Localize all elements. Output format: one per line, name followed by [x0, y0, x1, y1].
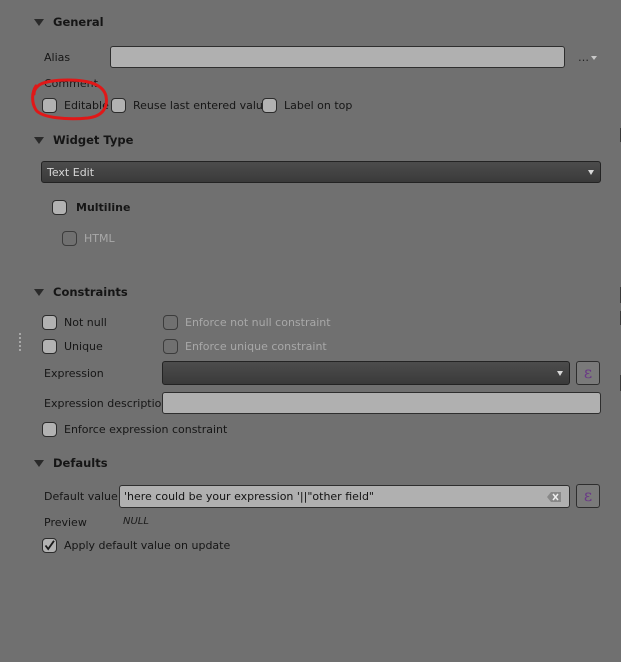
- section-general-title: General: [53, 15, 104, 29]
- expression-builder-button[interactable]: ε: [576, 361, 600, 385]
- preview-label: Preview: [44, 516, 87, 529]
- label-on-top-checkbox-row[interactable]: Label on top: [262, 98, 352, 113]
- alias-more-button[interactable]: …: [578, 51, 597, 64]
- default-value-label: Default value: [44, 490, 118, 503]
- section-general-header[interactable]: General: [34, 15, 104, 29]
- enforce-unique-checkbox[interactable]: [163, 339, 178, 354]
- unique-label: Unique: [64, 340, 103, 353]
- section-constraints-header[interactable]: Constraints: [34, 285, 128, 299]
- unique-checkbox-row[interactable]: Unique: [42, 339, 103, 354]
- multiline-checkbox-row[interactable]: Multiline: [52, 200, 130, 215]
- collapse-triangle-icon: [34, 460, 44, 467]
- reuse-last-value-checkbox-row[interactable]: Reuse last entered value: [111, 98, 270, 113]
- html-checkbox-row[interactable]: HTML: [62, 231, 115, 246]
- apply-on-update-label: Apply default value on update: [64, 539, 231, 552]
- reuse-last-value-label: Reuse last entered value: [133, 99, 270, 112]
- not-null-checkbox[interactable]: [42, 315, 57, 330]
- epsilon-icon: ε: [583, 486, 593, 505]
- unique-checkbox[interactable]: [42, 339, 57, 354]
- section-widget-type-title: Widget Type: [53, 133, 134, 147]
- ellipsis-icon: …: [578, 51, 589, 64]
- collapse-triangle-icon: [34, 19, 44, 26]
- alias-label: Alias: [44, 51, 71, 64]
- enforce-not-null-label: Enforce not null constraint: [185, 316, 331, 329]
- section-widget-type-header[interactable]: Widget Type: [34, 133, 133, 147]
- widget-type-selected: Text Edit: [47, 165, 95, 179]
- default-value-input[interactable]: 'here could be your expression '||"other…: [119, 485, 570, 508]
- widget-type-combobox[interactable]: Text Edit: [41, 161, 601, 183]
- section-defaults-title: Defaults: [53, 456, 108, 470]
- enforce-expression-checkbox[interactable]: [42, 422, 57, 437]
- enforce-not-null-checkbox-row[interactable]: Enforce not null constraint: [163, 315, 331, 330]
- collapse-triangle-icon: [34, 137, 44, 144]
- apply-on-update-checkbox[interactable]: [42, 538, 57, 553]
- label-on-top-checkbox[interactable]: [262, 98, 277, 113]
- not-null-label: Not null: [64, 316, 107, 329]
- html-label: HTML: [84, 232, 115, 245]
- expression-label: Expression: [44, 367, 104, 380]
- label-on-top-label: Label on top: [284, 99, 353, 112]
- section-defaults-header[interactable]: Defaults: [34, 456, 108, 470]
- clear-icon[interactable]: [547, 492, 561, 502]
- collapse-triangle-icon: [34, 289, 44, 296]
- splitter-handle[interactable]: [19, 333, 21, 351]
- html-checkbox[interactable]: [62, 231, 77, 246]
- annotation-circle: [31, 78, 108, 121]
- expression-description-label: Expression description: [44, 397, 169, 410]
- dropdown-arrow-icon: [588, 170, 594, 175]
- epsilon-icon: ε: [583, 363, 593, 382]
- enforce-expression-checkbox-row[interactable]: Enforce expression constraint: [42, 422, 227, 437]
- preview-value: NULL: [123, 516, 149, 527]
- alias-input[interactable]: [110, 46, 565, 68]
- enforce-unique-checkbox-row[interactable]: Enforce unique constraint: [163, 339, 327, 354]
- multiline-checkbox[interactable]: [52, 200, 67, 215]
- reuse-last-value-checkbox[interactable]: [111, 98, 126, 113]
- not-null-checkbox-row[interactable]: Not null: [42, 315, 107, 330]
- apply-on-update-checkbox-row[interactable]: Apply default value on update: [42, 538, 230, 553]
- enforce-not-null-checkbox[interactable]: [163, 315, 178, 330]
- default-value-text: 'here could be your expression '||"other…: [124, 490, 374, 503]
- dropdown-arrow-icon: [591, 55, 597, 60]
- dropdown-arrow-icon: [557, 371, 563, 376]
- section-constraints-title: Constraints: [53, 285, 128, 299]
- enforce-expression-label: Enforce expression constraint: [64, 423, 228, 436]
- default-value-expression-button[interactable]: ε: [576, 484, 600, 508]
- expression-combobox[interactable]: [162, 361, 570, 385]
- checkmark-icon: [44, 540, 55, 551]
- enforce-unique-label: Enforce unique constraint: [185, 340, 327, 353]
- expression-description-input[interactable]: [162, 392, 601, 414]
- multiline-label: Multiline: [76, 201, 131, 214]
